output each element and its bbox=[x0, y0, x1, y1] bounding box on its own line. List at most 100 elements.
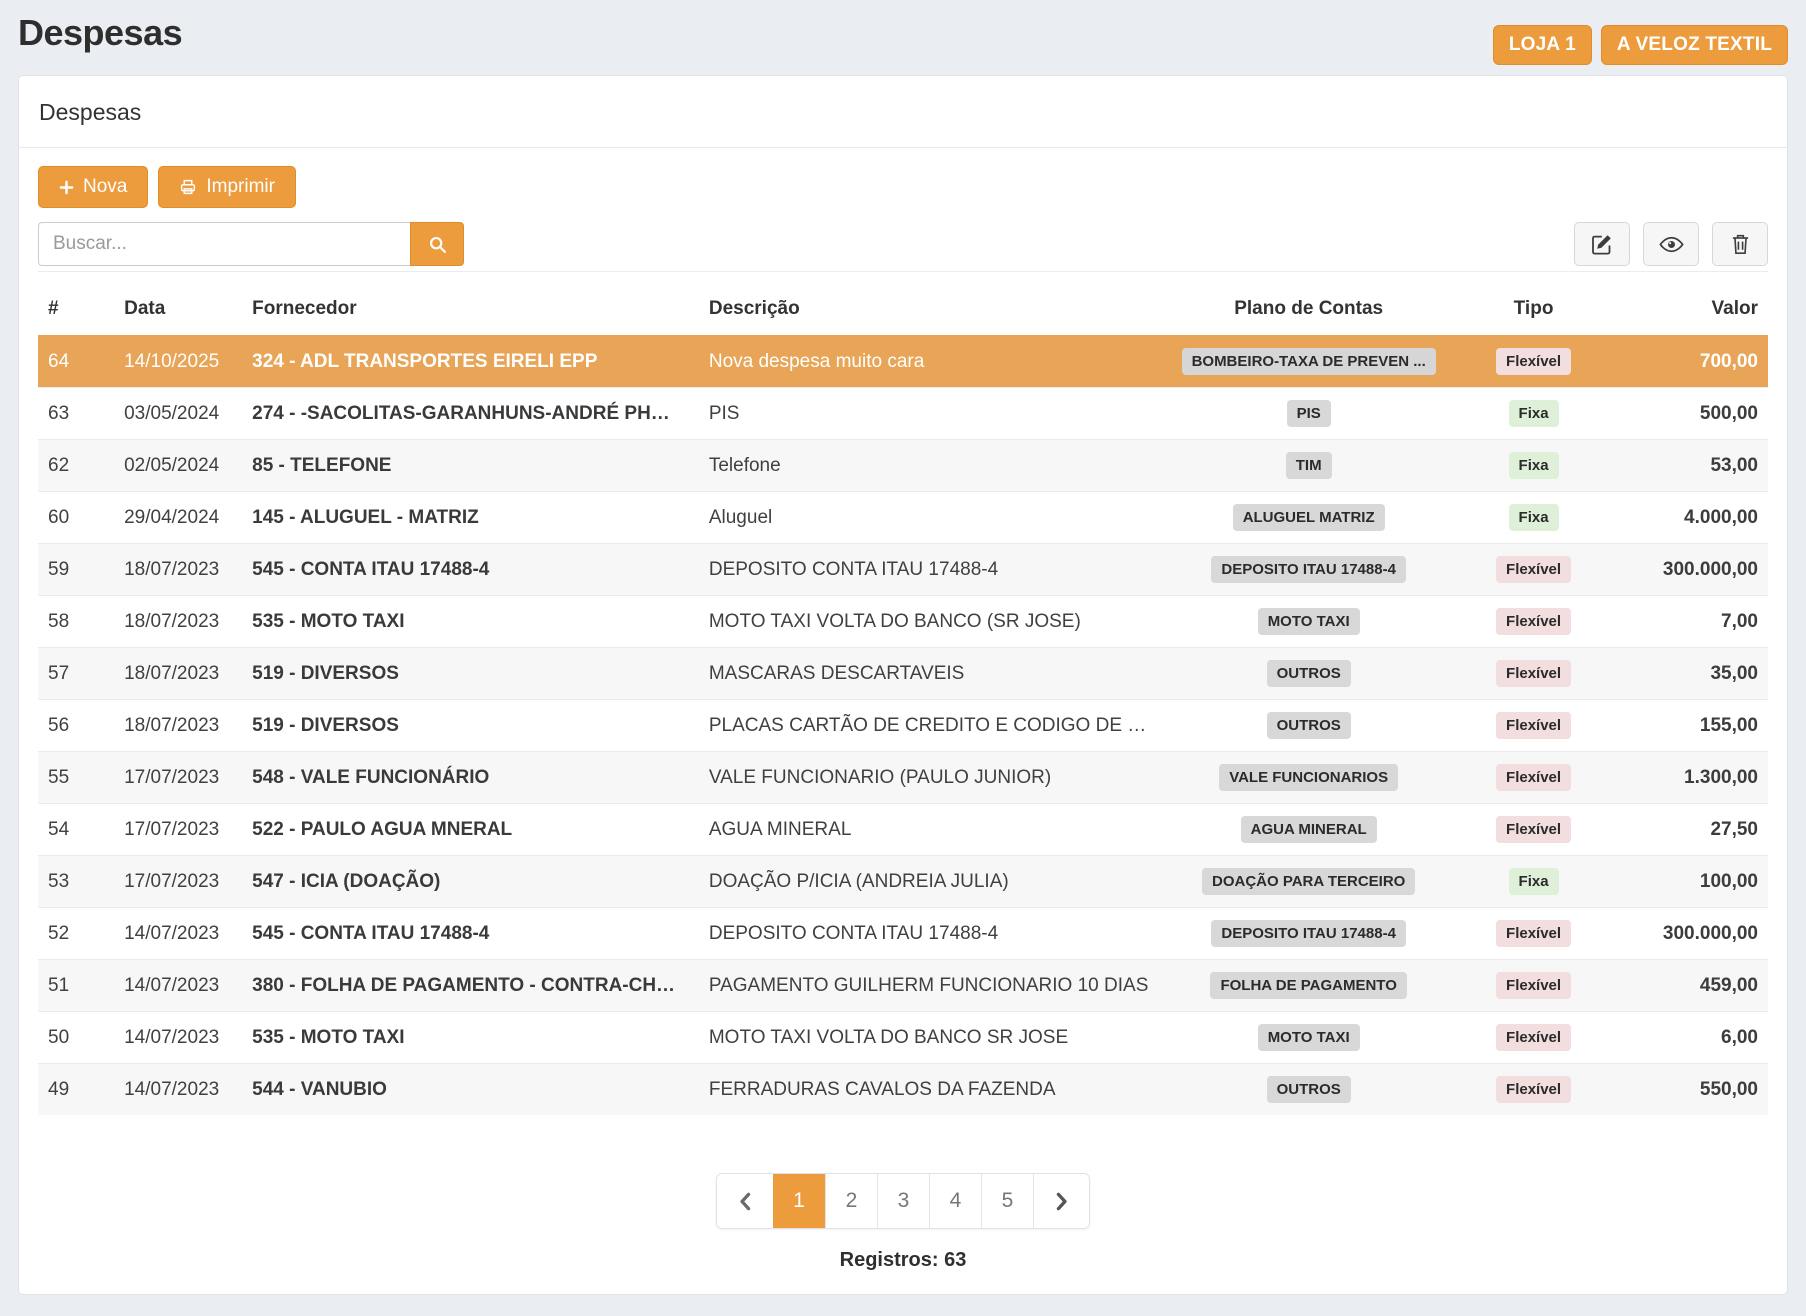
table-row[interactable]: 57 18/07/2023 519 - DIVERSOS MASCARAS DE… bbox=[38, 648, 1768, 700]
cell-value: 6,00 bbox=[1617, 1012, 1768, 1064]
cell-description: Telefone bbox=[699, 440, 1168, 492]
cell-description: AGUA MINERAL bbox=[699, 804, 1168, 856]
cell-supplier: 519 - DIVERSOS bbox=[242, 700, 699, 752]
type-badge: Flexível bbox=[1496, 660, 1571, 687]
pagination-prev[interactable] bbox=[717, 1174, 773, 1228]
imprimir-button[interactable]: Imprimir bbox=[158, 166, 296, 208]
nova-button[interactable]: Nova bbox=[38, 166, 148, 208]
cell-plan: DOAÇÃO PARA TERCEIRO bbox=[1168, 856, 1450, 908]
cell-value: 300.000,00 bbox=[1617, 544, 1768, 596]
plus-icon bbox=[59, 180, 74, 195]
table-row[interactable]: 55 17/07/2023 548 - VALE FUNCIONÁRIO VAL… bbox=[38, 752, 1768, 804]
cell-description: PLACAS CARTÃO DE CREDITO E CODIGO DE DEF… bbox=[699, 700, 1168, 752]
cell-plan: OUTROS bbox=[1168, 648, 1450, 700]
table-row[interactable]: 58 18/07/2023 535 - MOTO TAXI MOTO TAXI … bbox=[38, 596, 1768, 648]
expenses-table: # Data Fornecedor Descrição Plano de Con… bbox=[38, 272, 1768, 1115]
table-row[interactable]: 56 18/07/2023 519 - DIVERSOS PLACAS CART… bbox=[38, 700, 1768, 752]
company-button[interactable]: A VELOZ TEXTIL bbox=[1601, 25, 1788, 65]
cell-supplier: 380 - FOLHA DE PAGAMENTO - CONTRA-CH… bbox=[242, 960, 699, 1012]
table-row[interactable]: 52 14/07/2023 545 - CONTA ITAU 17488-4 D… bbox=[38, 908, 1768, 960]
cell-supplier: 519 - DIVERSOS bbox=[242, 648, 699, 700]
pagination-page-4[interactable]: 4 bbox=[929, 1174, 981, 1228]
cell-value: 4.000,00 bbox=[1617, 492, 1768, 544]
cell-num: 58 bbox=[38, 596, 114, 648]
pagination-page-5[interactable]: 5 bbox=[981, 1174, 1033, 1228]
page-top-bar: Despesas LOJA 1 A VELOZ TEXTIL bbox=[0, 0, 1806, 75]
cell-num: 52 bbox=[38, 908, 114, 960]
pagination-page-1[interactable]: 1 bbox=[773, 1174, 825, 1228]
cell-description: VALE FUNCIONARIO (PAULO JUNIOR) bbox=[699, 752, 1168, 804]
pagination-page-3[interactable]: 3 bbox=[877, 1174, 929, 1228]
column-header-date: Data bbox=[114, 272, 242, 336]
cell-type: Flexível bbox=[1450, 544, 1618, 596]
pagination-next[interactable] bbox=[1033, 1174, 1089, 1228]
cell-date: 03/05/2024 bbox=[114, 388, 242, 440]
cell-value: 300.000,00 bbox=[1617, 908, 1768, 960]
pagination-page-2[interactable]: 2 bbox=[825, 1174, 877, 1228]
cell-supplier: 545 - CONTA ITAU 17488-4 bbox=[242, 908, 699, 960]
cell-plan: FOLHA DE PAGAMENTO bbox=[1168, 960, 1450, 1012]
type-badge: Flexível bbox=[1496, 920, 1571, 947]
trash-icon bbox=[1731, 233, 1750, 255]
table-row[interactable]: 62 02/05/2024 85 - TELEFONE Telefone TIM… bbox=[38, 440, 1768, 492]
table-row[interactable]: 51 14/07/2023 380 - FOLHA DE PAGAMENTO -… bbox=[38, 960, 1768, 1012]
table-row[interactable]: 54 17/07/2023 522 - PAULO AGUA MNERAL AG… bbox=[38, 804, 1768, 856]
store-button[interactable]: LOJA 1 bbox=[1493, 25, 1592, 65]
pagination-wrap: 12345 bbox=[38, 1173, 1768, 1229]
table-row[interactable]: 63 03/05/2024 274 - -SACOLITAS-GARANHUNS… bbox=[38, 388, 1768, 440]
cell-plan: MOTO TAXI bbox=[1168, 1012, 1450, 1064]
eye-icon bbox=[1659, 236, 1684, 253]
cell-type: Fixa bbox=[1450, 388, 1618, 440]
table-row[interactable]: 53 17/07/2023 547 - ICIA (DOAÇÃO) DOAÇÃO… bbox=[38, 856, 1768, 908]
cell-supplier: 85 - TELEFONE bbox=[242, 440, 699, 492]
table-row[interactable]: 59 18/07/2023 545 - CONTA ITAU 17488-4 D… bbox=[38, 544, 1768, 596]
cell-description: MOTO TAXI VOLTA DO BANCO SR JOSE bbox=[699, 1012, 1168, 1064]
cell-plan: ALUGUEL MATRIZ bbox=[1168, 492, 1450, 544]
chevron-right-icon bbox=[1056, 1192, 1068, 1211]
cell-value: 7,00 bbox=[1617, 596, 1768, 648]
cell-num: 64 bbox=[38, 336, 114, 388]
table-row[interactable]: 64 14/10/2025 324 - ADL TRANSPORTES EIRE… bbox=[38, 336, 1768, 388]
cell-description: DOAÇÃO P/ICIA (ANDREIA JULIA) bbox=[699, 856, 1168, 908]
cell-description: FERRADURAS CAVALOS DA FAZENDA bbox=[699, 1064, 1168, 1116]
type-badge: Flexível bbox=[1496, 1076, 1571, 1103]
cell-num: 59 bbox=[38, 544, 114, 596]
cell-date: 18/07/2023 bbox=[114, 544, 242, 596]
cell-type: Flexível bbox=[1450, 752, 1618, 804]
table-row[interactable]: 60 29/04/2024 145 - ALUGUEL - MATRIZ Alu… bbox=[38, 492, 1768, 544]
type-badge: Flexível bbox=[1496, 816, 1571, 843]
plan-badge: AGUA MINERAL bbox=[1241, 816, 1377, 843]
pagination-pages: 12345 bbox=[773, 1174, 1033, 1228]
cell-plan: OUTROS bbox=[1168, 1064, 1450, 1116]
cell-description: Nova despesa muito cara bbox=[699, 336, 1168, 388]
nova-button-label: Nova bbox=[83, 176, 127, 198]
search-input[interactable] bbox=[38, 222, 410, 266]
cell-date: 17/07/2023 bbox=[114, 752, 242, 804]
column-header-type: Tipo bbox=[1450, 272, 1618, 336]
cell-plan: AGUA MINERAL bbox=[1168, 804, 1450, 856]
search-button[interactable] bbox=[410, 222, 464, 266]
cell-type: Fixa bbox=[1450, 856, 1618, 908]
cell-value: 500,00 bbox=[1617, 388, 1768, 440]
table-row[interactable]: 50 14/07/2023 535 - MOTO TAXI MOTO TAXI … bbox=[38, 1012, 1768, 1064]
plan-badge: OUTROS bbox=[1267, 712, 1351, 739]
type-badge: Flexível bbox=[1496, 556, 1571, 583]
type-badge: Fixa bbox=[1509, 868, 1559, 895]
type-badge: Flexível bbox=[1496, 608, 1571, 635]
cell-plan: DEPOSITO ITAU 17488-4 bbox=[1168, 544, 1450, 596]
page-title: Despesas bbox=[18, 12, 182, 54]
card-body: Nova Imprimir bbox=[19, 148, 1787, 1272]
cell-num: 60 bbox=[38, 492, 114, 544]
plan-badge: DOAÇÃO PARA TERCEIRO bbox=[1202, 868, 1415, 895]
type-badge: Flexível bbox=[1496, 972, 1571, 999]
pagination: 12345 bbox=[716, 1173, 1090, 1229]
table-row[interactable]: 49 14/07/2023 544 - VANUBIO FERRADURAS C… bbox=[38, 1064, 1768, 1116]
cell-description: DEPOSITO CONTA ITAU 17488-4 bbox=[699, 908, 1168, 960]
column-header-value: Valor bbox=[1617, 272, 1768, 336]
cell-date: 14/07/2023 bbox=[114, 960, 242, 1012]
cell-supplier: 547 - ICIA (DOAÇÃO) bbox=[242, 856, 699, 908]
delete-button[interactable] bbox=[1712, 222, 1768, 266]
cell-num: 50 bbox=[38, 1012, 114, 1064]
view-button[interactable] bbox=[1643, 222, 1699, 266]
edit-button[interactable] bbox=[1574, 222, 1630, 266]
